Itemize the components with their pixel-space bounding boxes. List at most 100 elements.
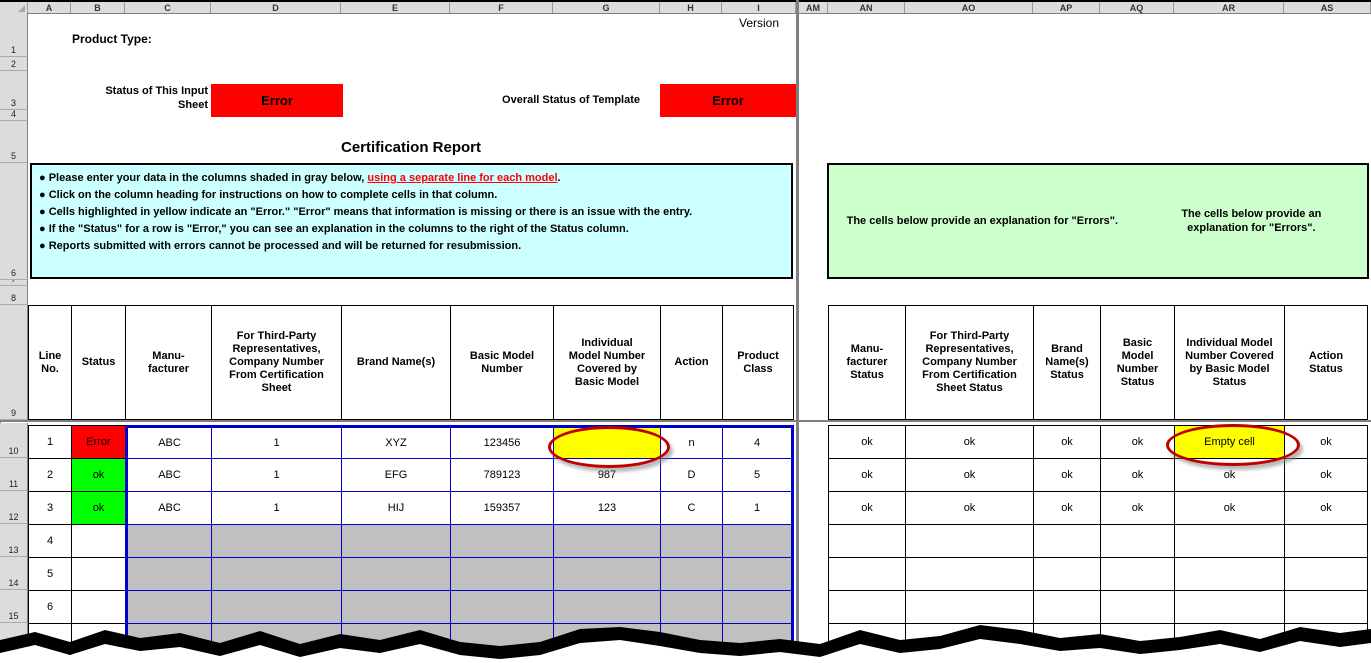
row-number-3[interactable]: 3 <box>0 71 28 110</box>
status-cell[interactable]: ok <box>71 458 125 491</box>
row-number-11[interactable]: 11 <box>0 458 28 491</box>
overall-status-value[interactable]: Error <box>660 84 796 117</box>
status-cell-empty[interactable] <box>71 524 125 557</box>
column-header-basic-model[interactable]: Basic Model Number <box>450 305 553 420</box>
column-header-action-status[interactable]: Action Status <box>1284 305 1368 420</box>
product-class-cell[interactable]: 1 <box>722 491 794 524</box>
basic-model-cell[interactable]: 789123 <box>450 458 553 491</box>
manufacturer-cell[interactable]: ABC <box>125 491 211 524</box>
column-letter-3[interactable]: D <box>211 2 341 13</box>
empty-input-cell[interactable] <box>125 557 211 590</box>
company-number-status-cell[interactable]: ok <box>905 458 1033 491</box>
empty-status-cell[interactable] <box>905 557 1033 590</box>
empty-status-cell[interactable] <box>1033 524 1100 557</box>
action-status-cell[interactable]: ok <box>1284 491 1368 524</box>
bullet1-link[interactable]: using a separate line for each model <box>367 172 557 184</box>
line-number-cell[interactable]: 4 <box>28 524 71 557</box>
column-letter-10[interactable]: AN <box>828 2 905 13</box>
status-cell[interactable]: Error <box>71 425 125 458</box>
status-cell[interactable]: ok <box>71 491 125 524</box>
column-letter-4[interactable]: E <box>341 2 450 13</box>
empty-input-cell[interactable] <box>553 557 660 590</box>
column-letter-15[interactable]: AS <box>1284 2 1371 13</box>
basic-model-status-cell[interactable]: ok <box>1100 458 1174 491</box>
column-letter-7[interactable]: H <box>660 2 722 13</box>
line-number-cell[interactable]: 5 <box>28 557 71 590</box>
column-letter-2[interactable]: C <box>125 2 211 13</box>
empty-status-cell[interactable] <box>1174 557 1284 590</box>
action-status-cell[interactable]: ok <box>1284 458 1368 491</box>
freeze-pane-vertical-split[interactable] <box>796 0 799 663</box>
row-number-9[interactable]: 9 <box>0 305 28 420</box>
action-cell[interactable]: D <box>660 458 722 491</box>
empty-status-cell[interactable] <box>1284 557 1368 590</box>
column-letter-0[interactable]: A <box>28 2 71 13</box>
column-header-individual-model[interactable]: Individual Model Number Covered by Basic… <box>553 305 660 420</box>
empty-input-cell[interactable] <box>341 557 450 590</box>
empty-status-cell[interactable] <box>828 524 905 557</box>
column-letter-5[interactable]: F <box>450 2 553 13</box>
select-all-corner[interactable] <box>0 2 28 13</box>
manufacturer-cell[interactable]: ABC <box>125 425 211 458</box>
empty-status-cell[interactable] <box>1033 557 1100 590</box>
basic-model-status-cell[interactable]: ok <box>1100 491 1174 524</box>
status-cell-empty[interactable] <box>71 557 125 590</box>
row-number-10[interactable]: 10 <box>0 423 28 458</box>
empty-input-cell[interactable] <box>722 557 794 590</box>
column-header-basic-model-status[interactable]: Basic Model Number Status <box>1100 305 1174 420</box>
column-letter-12[interactable]: AP <box>1033 2 1100 13</box>
line-number-cell[interactable]: 3 <box>28 491 71 524</box>
manufacturer-cell[interactable]: ABC <box>125 458 211 491</box>
column-letter-8[interactable]: I <box>722 2 796 13</box>
column-header-manufacturer[interactable]: Manu- facturer <box>125 305 211 420</box>
empty-status-cell[interactable] <box>1100 557 1174 590</box>
row-number-13[interactable]: 13 <box>0 524 28 557</box>
company-number-cell[interactable]: 1 <box>211 491 341 524</box>
brand-names-status-cell[interactable]: ok <box>1033 491 1100 524</box>
column-header-product-class[interactable]: Product Class <box>722 305 794 420</box>
column-letter-9[interactable]: AM <box>799 2 828 13</box>
column-header-brand-names-status[interactable]: Brand Name(s) Status <box>1033 305 1100 420</box>
empty-input-cell[interactable] <box>125 524 211 557</box>
empty-input-cell[interactable] <box>211 524 341 557</box>
brand-name-cell[interactable]: HIJ <box>341 491 450 524</box>
column-header-brand-names[interactable]: Brand Name(s) <box>341 305 450 420</box>
column-header-status[interactable]: Status <box>71 305 125 420</box>
empty-status-cell[interactable] <box>1284 524 1368 557</box>
action-cell[interactable]: C <box>660 491 722 524</box>
row-number-14[interactable]: 14 <box>0 557 28 590</box>
company-number-cell[interactable]: 1 <box>211 458 341 491</box>
row-number-5[interactable]: 5 <box>0 121 28 163</box>
column-header-company-number-status[interactable]: For Third-Party Representatives, Company… <box>905 305 1033 420</box>
empty-input-cell[interactable] <box>450 524 553 557</box>
row-number-6[interactable]: 6 <box>0 163 28 280</box>
input-sheet-status-value[interactable]: Error <box>211 84 343 117</box>
empty-input-cell[interactable] <box>341 524 450 557</box>
basic-model-status-cell[interactable]: ok <box>1100 425 1174 458</box>
row-number-8[interactable]: 8 <box>0 286 28 305</box>
empty-status-cell[interactable] <box>1100 524 1174 557</box>
empty-status-cell[interactable] <box>828 557 905 590</box>
row-number-1[interactable]: 1 <box>0 13 28 57</box>
column-letter-11[interactable]: AO <box>905 2 1033 13</box>
column-header-manufacturer-status[interactable]: Manu- facturer Status <box>828 305 905 420</box>
empty-input-cell[interactable] <box>660 557 722 590</box>
manufacturer-status-cell[interactable]: ok <box>828 491 905 524</box>
manufacturer-status-cell[interactable]: ok <box>828 458 905 491</box>
manufacturer-status-cell[interactable]: ok <box>828 425 905 458</box>
empty-status-cell[interactable] <box>1174 524 1284 557</box>
brand-name-cell[interactable]: EFG <box>341 458 450 491</box>
brand-name-cell[interactable]: XYZ <box>341 425 450 458</box>
column-letter-1[interactable]: B <box>71 2 125 13</box>
empty-status-cell[interactable] <box>905 524 1033 557</box>
product-class-cell[interactable]: 5 <box>722 458 794 491</box>
brand-names-status-cell[interactable]: ok <box>1033 458 1100 491</box>
basic-model-cell[interactable]: 123456 <box>450 425 553 458</box>
individual-model-status-cell[interactable]: ok <box>1174 491 1284 524</box>
brand-names-status-cell[interactable]: ok <box>1033 425 1100 458</box>
empty-input-cell[interactable] <box>450 557 553 590</box>
freeze-pane-horizontal-split[interactable] <box>0 420 1371 422</box>
empty-input-cell[interactable] <box>211 557 341 590</box>
column-header-action[interactable]: Action <box>660 305 722 420</box>
row-number-12[interactable]: 12 <box>0 491 28 524</box>
